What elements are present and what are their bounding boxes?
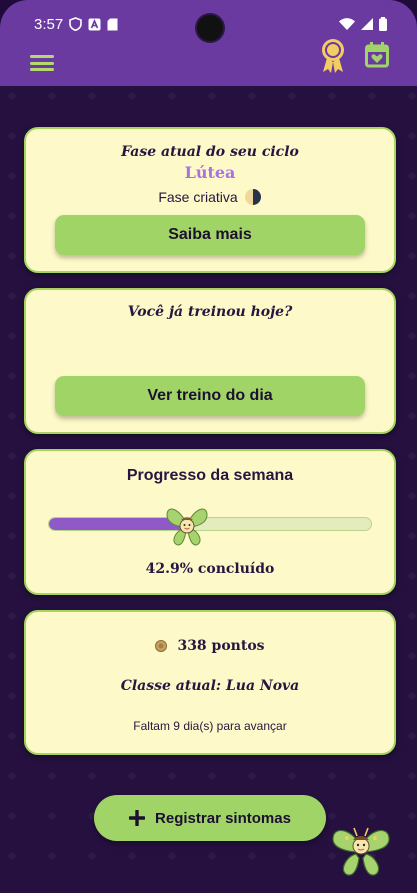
training-heading: Você já treinou hoje? [127,304,293,320]
wifi-icon [339,18,355,30]
plus-icon [129,810,146,826]
phase-name: Lútea [184,163,236,182]
training-card: Você já treinou hoje? Ver treino do dia [24,288,396,434]
progress-heading: Progresso da semana [126,467,294,484]
menu-icon[interactable] [30,53,54,73]
signal-icon [361,18,373,30]
app-bar [0,39,417,86]
calendar-heart-icon[interactable] [365,42,389,68]
moon-phase-icon [244,189,261,205]
days-remaining: Faltam 9 dia(s) para avançar [133,719,287,733]
coin-icon [155,640,168,652]
sd-card-icon [107,18,118,30]
award-icon[interactable] [319,38,347,74]
main-content: Fase atual do seu ciclo Lútea Fase criat… [0,86,417,893]
register-symptoms-label: Registrar sintomas [155,809,291,827]
learn-more-button[interactable]: Saiba mais [55,215,365,255]
progress-bar [48,517,372,531]
battery-icon [379,17,387,31]
moth-mascot-icon [332,827,390,876]
progress-caption: 42.9% concluído [145,561,275,577]
app-notification-icon [88,18,101,30]
register-symptoms-button[interactable]: Registrar sintomas [94,795,326,841]
vpn-shield-icon [69,17,83,31]
cycle-phase-card: Fase atual do seu ciclo Lútea Fase criat… [24,127,396,273]
view-workout-button[interactable]: Ver treino do dia [55,376,365,416]
status-time: 3:57 [34,15,64,33]
moth-progress-marker-icon [166,508,208,546]
weekly-progress-card: Progresso da semana 42.9% concluído [24,449,396,595]
points-card: 338 pontos Classe atual: Lua Nova Faltam… [24,610,396,755]
current-class: Classe atual: Lua Nova [120,678,300,694]
points-total: 338 pontos [177,638,265,654]
phase-heading: Fase atual do seu ciclo [121,144,299,160]
phase-description: Fase criativa [158,189,238,205]
camera-cutout [197,15,223,41]
